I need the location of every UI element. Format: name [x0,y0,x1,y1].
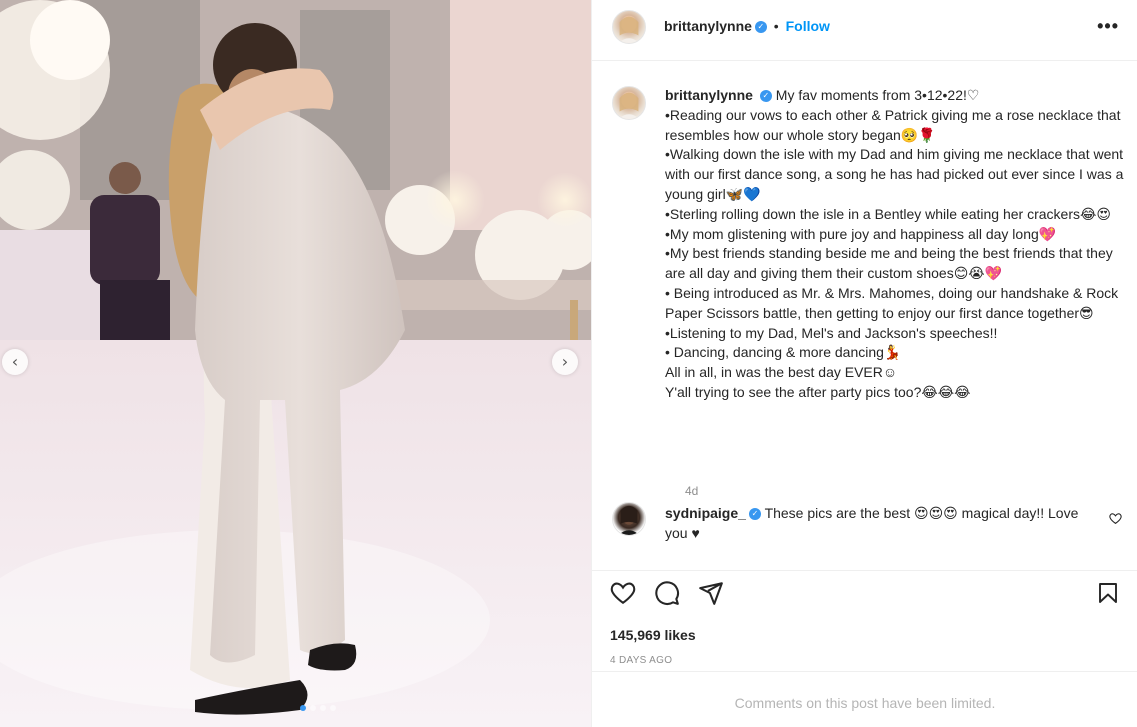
header-user-line: brittanylynne ✓ • Follow [664,18,830,34]
commenter-avatar[interactable] [612,502,646,536]
avatar-image [618,505,640,535]
post-actions: 145,969 likes 4 DAYS AGO [592,570,1137,670]
author-avatar[interactable] [612,10,646,44]
avatar-image [618,15,640,43]
verified-badge-icon: ✓ [759,90,772,103]
comments-limited-notice: Comments on this post have been limited. [592,671,1137,727]
carousel-dot [320,705,326,711]
verified-badge-icon: ✓ [748,508,761,521]
comments-section[interactable]: brittanylynne ✓ My fav moments from 3•12•… [592,62,1137,570]
like-count[interactable]: 145,969 likes [610,627,696,643]
share-icon[interactable] [698,580,724,606]
caption-text: My fav moments from 3•12•22!♡ •Reading o… [665,87,1124,400]
verified-badge-icon: ✓ [754,21,767,34]
carousel-dot [300,705,306,711]
post-timestamp[interactable]: 4 DAYS AGO [610,655,672,666]
post-details-panel: brittanylynne ✓ • Follow ••• brittanylynn… [591,0,1137,727]
carousel-dot [330,705,336,711]
chevron-right-icon: › [561,352,569,371]
comment-body: sydnipaige_ ✓ These pics are the best 😍😍😍… [665,504,1095,543]
chevron-left-icon: ‹ [11,352,19,371]
separator-dot: • [773,18,779,34]
carousel-indicator [300,705,336,711]
more-options-icon[interactable]: ••• [1097,16,1119,37]
caption-avatar[interactable] [612,86,646,120]
heart-icon[interactable] [610,580,636,606]
follow-button[interactable]: Follow [786,18,830,34]
caption-age[interactable]: 4d [685,484,698,498]
wedding-photo-illustration [0,0,591,727]
caption-username[interactable]: brittanylynne [665,87,753,103]
avatar-image [618,91,640,119]
carousel-prev-button[interactable]: ‹ [2,349,28,375]
author-username[interactable]: brittanylynne [664,18,752,34]
post-header: brittanylynne ✓ • Follow ••• [592,0,1137,61]
comment-like-icon[interactable] [1109,512,1122,525]
carousel-dot [310,705,316,711]
carousel-next-button[interactable]: › [552,349,578,375]
post-photo[interactable]: ‹ › [0,0,591,727]
caption-body: brittanylynne ✓ My fav moments from 3•12•… [665,86,1131,403]
commenter-username[interactable]: sydnipaige_ [665,505,746,521]
comment-icon[interactable] [654,580,680,606]
bookmark-icon[interactable] [1096,580,1120,606]
